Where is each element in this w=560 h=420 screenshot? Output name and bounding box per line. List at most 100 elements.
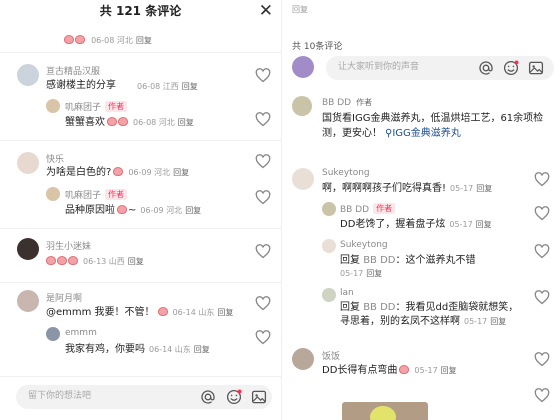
comment-author[interactable]: 是阿月啊 bbox=[46, 291, 82, 304]
comments-count-title: 共 121 条评论 bbox=[99, 4, 182, 18]
comment-author[interactable]: 羽生小迷妹 bbox=[46, 239, 91, 252]
comment-author[interactable]: Sukeytong bbox=[322, 168, 370, 178]
comment-input-bar: 留下你的想法吧 bbox=[0, 376, 281, 416]
comment-meta: 06-08 江西 回复 bbox=[137, 82, 198, 91]
reply-button[interactable]: 回复 bbox=[490, 317, 506, 326]
comment-item: BB DD 作者 国货看IGG金典滋养丸，低温烘培工艺，61余项检 测，更安心！ ⚲… bbox=[282, 96, 560, 146]
comment-author[interactable]: 亘古精品汉服 bbox=[46, 64, 100, 77]
avatar[interactable] bbox=[17, 290, 39, 312]
emoji-sticker bbox=[113, 167, 124, 176]
reply-author[interactable]: 叽麻团子 bbox=[65, 103, 101, 113]
reply-row: 品种原因啦 ~06-09 河北 回复 bbox=[65, 205, 202, 216]
comment-item: 快乐 为啥是白色的? 06-09 河北 回复 叽麻团子 作者 品种原因啦 ~06-09 … bbox=[0, 150, 281, 222]
comment-author[interactable]: 快乐 bbox=[46, 152, 64, 165]
comment-item: 是阿月啊 @emmm 我要！不管！ 06-14 山东 回复 emmm 我家有鸡，你要… bbox=[0, 288, 281, 360]
comment-text: 啊，啊啊啊孩子们吃得真香! bbox=[322, 183, 447, 194]
comment-row: @emmm 我要！不管！ 06-14 山东 回复 bbox=[46, 307, 234, 318]
heart-icon[interactable] bbox=[534, 206, 550, 221]
author-badge: 作者 bbox=[373, 203, 396, 214]
heart-icon[interactable] bbox=[534, 244, 550, 259]
avatar[interactable] bbox=[322, 239, 336, 253]
avatar[interactable] bbox=[292, 168, 314, 190]
comment-text: 测，更安心！ bbox=[322, 128, 382, 139]
heart-icon[interactable] bbox=[534, 290, 550, 305]
reply-button[interactable]: 回复 bbox=[292, 5, 308, 14]
avatar[interactable] bbox=[322, 288, 336, 302]
heart-icon[interactable] bbox=[255, 154, 271, 169]
comment-text: 国货看IGG金典滋养丸，低温烘培工艺，61余项检 bbox=[322, 113, 544, 124]
at-icon[interactable] bbox=[478, 60, 494, 76]
comment-text: DD长得有点弯曲 bbox=[322, 365, 398, 376]
heart-icon[interactable] bbox=[534, 172, 550, 187]
emoji-sticker bbox=[68, 256, 78, 265]
image-icon[interactable] bbox=[251, 389, 267, 405]
heart-icon[interactable] bbox=[534, 388, 550, 403]
reply-meta: 05-17 回复 bbox=[340, 269, 383, 278]
emoji-icon[interactable] bbox=[503, 60, 519, 76]
reply-text: ：这个滋养丸不错 bbox=[395, 255, 476, 266]
reply-button[interactable]: 回复 bbox=[128, 257, 144, 266]
avatar[interactable] bbox=[17, 152, 39, 174]
reply-button[interactable]: 回复 bbox=[476, 184, 492, 193]
heart-icon[interactable] bbox=[534, 352, 550, 367]
reply-button[interactable]: 回复 bbox=[136, 36, 152, 45]
comment-text: @emmm 我要！不管！ bbox=[46, 307, 155, 318]
reply-text: 寻思着，别的玄凤不这样啊 bbox=[340, 316, 460, 327]
reply-text: 品种原因啦 bbox=[65, 205, 115, 216]
avatar[interactable] bbox=[17, 238, 39, 260]
avatar[interactable] bbox=[322, 202, 336, 216]
comment-row: 啊，啊啊啊孩子们吃得真香! 05-17 回复 bbox=[322, 183, 493, 194]
reply-author[interactable]: BB DD bbox=[340, 205, 369, 215]
comment-item: Sukeytong 啊，啊啊啊孩子们吃得真香! 05-17 回复 BB DD 作者 D… bbox=[282, 168, 560, 344]
at-icon[interactable] bbox=[200, 389, 216, 405]
comment-author[interactable]: 饭饭 bbox=[322, 349, 340, 362]
reply-button[interactable]: 回复 bbox=[441, 366, 457, 375]
comment-author[interactable]: BB DD bbox=[322, 98, 351, 108]
emoji-sticker bbox=[107, 117, 117, 126]
close-icon[interactable]: ✕ bbox=[259, 0, 273, 22]
reply-button[interactable]: 回复 bbox=[185, 206, 201, 215]
heart-icon[interactable] bbox=[255, 330, 271, 345]
reply-row: DD老馋了，握着盘子炫 05-17 回复 bbox=[340, 219, 492, 230]
avatar[interactable] bbox=[46, 187, 60, 201]
reply-button[interactable]: 回复 bbox=[194, 345, 210, 354]
reply-button[interactable]: 回复 bbox=[178, 118, 194, 127]
avatar[interactable] bbox=[292, 348, 314, 370]
heart-icon[interactable] bbox=[255, 190, 271, 205]
right-comment-panel: 回复 共 10条评论 让大家听到你的声音 BB DD 作者 国货看IGG金典滋养丸… bbox=[281, 0, 560, 420]
comment-row: 为啥是白色的? 06-09 河北 回复 bbox=[46, 167, 190, 178]
avatar[interactable] bbox=[46, 327, 60, 341]
avatar[interactable] bbox=[17, 64, 39, 86]
comment-row: 测，更安心！ ⚲IGG金典滋养丸 bbox=[322, 127, 461, 141]
reply-author[interactable]: 叽麻团子 bbox=[65, 191, 101, 201]
reply-row: 回复 BB DD：我看见dd歪脑袋就想笑， bbox=[340, 302, 519, 313]
heart-icon[interactable] bbox=[255, 244, 271, 259]
comments-count: 共 10条评论 bbox=[292, 42, 343, 52]
comment-input[interactable]: 让大家听到你的声音 bbox=[326, 56, 554, 80]
prev-comment-meta: 06-08 河北 回复 bbox=[0, 28, 281, 45]
reply-author[interactable]: Sukeytong bbox=[340, 240, 388, 250]
comment-row: 06-13 山西 回复 bbox=[46, 255, 144, 269]
comment-image[interactable] bbox=[342, 402, 428, 420]
comment-text: 感谢楼主的分享 bbox=[46, 80, 116, 91]
product-link[interactable]: ⚲IGG金典滋养丸 bbox=[385, 128, 461, 139]
heart-icon[interactable] bbox=[255, 112, 271, 127]
emoji-icon[interactable] bbox=[226, 389, 242, 405]
reply-button[interactable]: 回复 bbox=[476, 220, 492, 229]
author-badge: 作者 bbox=[356, 98, 373, 107]
reply-button[interactable]: 回复 bbox=[182, 82, 198, 91]
left-comment-panel: 共 121 条评论 ✕ 06-08 河北 回复 亘古精品汉服 感谢楼主的分享 06… bbox=[0, 0, 281, 420]
heart-icon[interactable] bbox=[255, 68, 271, 83]
reply-row: 蟹蟹喜欢 06-08 河北 回复 bbox=[65, 117, 194, 128]
heart-icon[interactable] bbox=[255, 296, 271, 311]
reply-button[interactable]: 回复 bbox=[173, 168, 189, 177]
reply-author[interactable]: lan bbox=[340, 288, 354, 298]
avatar[interactable] bbox=[292, 96, 312, 116]
reply-button[interactable]: 回复 bbox=[217, 308, 233, 317]
emoji-sticker bbox=[118, 117, 128, 126]
reply-author[interactable]: emmm bbox=[65, 328, 97, 338]
avatar[interactable] bbox=[46, 99, 60, 113]
reply-button[interactable]: 回复 bbox=[366, 269, 382, 278]
image-icon[interactable] bbox=[528, 60, 544, 76]
emoji-sticker bbox=[75, 35, 85, 44]
